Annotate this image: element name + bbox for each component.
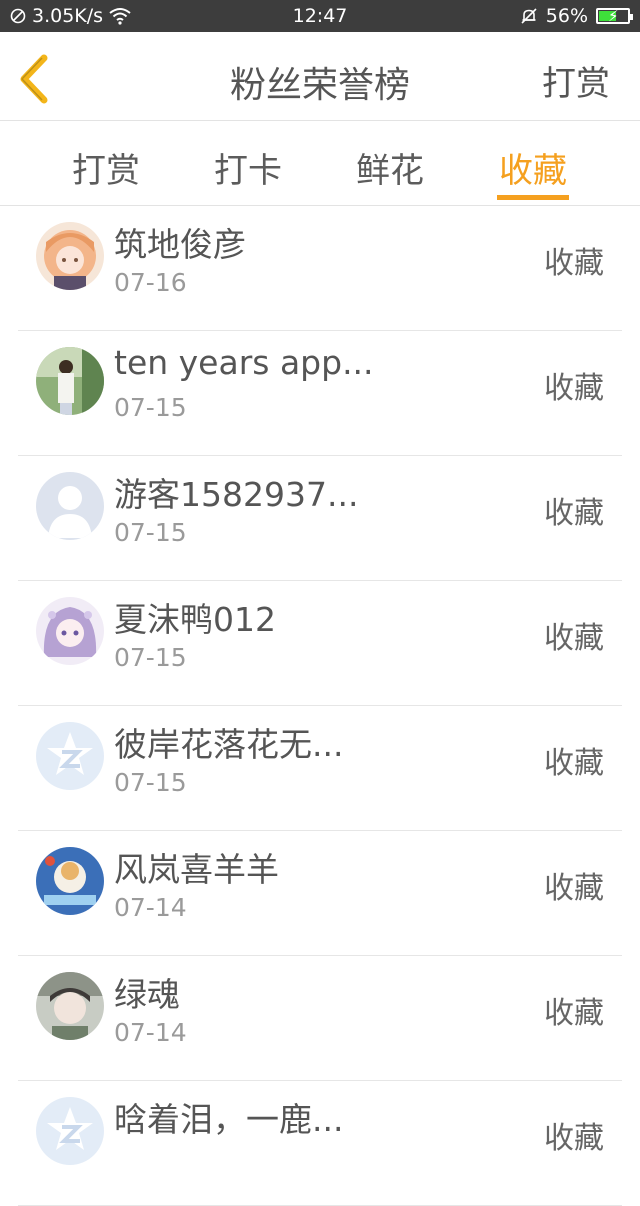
user-name: 彼岸花落花无... (114, 725, 344, 764)
fan-list: 筑地俊彦 07-16 收藏 ten years app... 07-15 收藏 (0, 206, 640, 1206)
status-bar: 3.05K/s 12:47 56% ⚡ (0, 0, 640, 32)
user-name: 夏沫鸭012 (114, 600, 276, 639)
battery-icon: ⚡ (596, 7, 633, 25)
tab-flowers[interactable]: 鲜花 (356, 143, 424, 192)
list-item[interactable]: ten years app... 07-15 收藏 (18, 331, 622, 456)
list-item[interactable]: 夏沫鸭012 07-15 收藏 (18, 581, 622, 706)
date: 07-15 (114, 643, 187, 672)
action-label: 收藏 (544, 1121, 604, 1156)
avatar (36, 847, 104, 915)
reward-button[interactable]: 打赏 (542, 56, 610, 105)
user-name: 晗着泪，一鹿... (114, 1100, 344, 1139)
tab-reward[interactable]: 打赏 (72, 143, 140, 192)
list-item[interactable]: 筑地俊彦 07-16 收藏 (18, 206, 622, 331)
action-label: 收藏 (544, 621, 604, 656)
user-name: 筑地俊彦 (114, 225, 246, 264)
user-name: 绿魂 (114, 975, 180, 1014)
action-label: 收藏 (544, 871, 604, 906)
avatar (36, 222, 104, 290)
avatar (36, 472, 104, 540)
date: 07-14 (114, 1018, 187, 1047)
tab-bar: 打赏 打卡 鲜花 收藏 (0, 121, 640, 206)
avatar (36, 972, 104, 1040)
avatar (36, 597, 104, 665)
action-label: 收藏 (544, 496, 604, 531)
action-label: 收藏 (544, 746, 604, 781)
charging-bolt-icon: ⚡ (608, 7, 619, 25)
list-item[interactable]: 晗着泪，一鹿... 收藏 (18, 1081, 622, 1206)
date: 07-15 (114, 768, 187, 797)
avatar (36, 1097, 104, 1165)
action-label: 收藏 (544, 996, 604, 1031)
nav-header: 粉丝荣誉榜 打赏 (0, 32, 640, 121)
list-item[interactable]: 绿魂 07-14 收藏 (18, 956, 622, 1081)
date: 07-15 (114, 518, 187, 547)
date: 07-15 (114, 393, 187, 422)
date: 07-14 (114, 893, 187, 922)
battery-percent: 56% (545, 5, 588, 27)
user-name: 风岚喜羊羊 (114, 850, 279, 889)
avatar (36, 347, 104, 415)
list-item[interactable]: 风岚喜羊羊 07-14 收藏 (18, 831, 622, 956)
user-name: ten years app... (114, 343, 374, 382)
status-right: 56% ⚡ (520, 5, 633, 27)
tab-checkin[interactable]: 打卡 (214, 143, 282, 192)
avatar (36, 722, 104, 790)
user-name: 游客1582937... (114, 475, 359, 514)
list-item[interactable]: 游客1582937... 07-15 收藏 (18, 456, 622, 581)
date: 07-16 (114, 268, 187, 297)
active-tab-indicator (497, 195, 569, 200)
tab-favorites[interactable]: 收藏 (499, 143, 567, 192)
bell-muted-icon (521, 8, 537, 24)
list-item[interactable]: 彼岸花落花无... 07-15 收藏 (18, 706, 622, 831)
action-label: 收藏 (544, 246, 604, 281)
action-label: 收藏 (544, 371, 604, 406)
